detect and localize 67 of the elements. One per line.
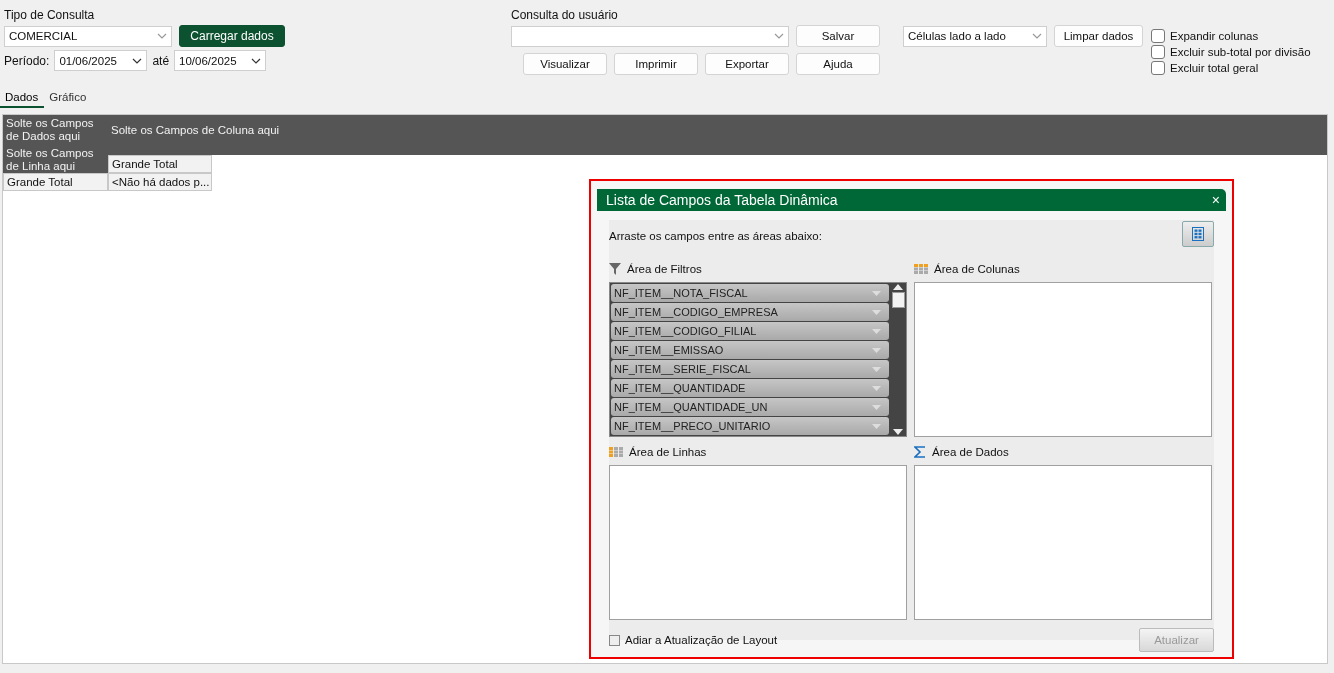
option-label: Expandir colunas: [1170, 30, 1259, 42]
dropdown-arrow-icon: [872, 309, 881, 315]
dropdown-arrow-icon: [872, 404, 881, 410]
dropdown-arrow-icon: [872, 423, 881, 429]
checkbox[interactable]: [1151, 45, 1165, 59]
dropdown-arrow-icon: [872, 366, 881, 372]
action-button[interactable]: Exportar: [705, 53, 789, 75]
checkbox[interactable]: [1151, 61, 1165, 75]
period-label: Período:: [4, 52, 50, 69]
dropdown-arrow-icon: [872, 328, 881, 334]
scroll-up-icon[interactable]: [893, 284, 903, 290]
field-item[interactable]: NF_ITEM__SERIE_FISCAL: [611, 360, 889, 378]
column-header-cell: Grande Total: [108, 155, 212, 173]
load-data-button[interactable]: Carregar dados: [179, 25, 285, 47]
filter-icon: [609, 263, 621, 275]
grid-icon: [609, 447, 623, 457]
tab[interactable]: Gráfico: [44, 89, 93, 108]
action-button[interactable]: Ajuda: [796, 53, 880, 75]
save-button[interactable]: Salvar: [796, 25, 880, 47]
date-to-field[interactable]: 10/06/2025: [174, 50, 267, 71]
option-label: Excluir sub-total por divisão: [1170, 46, 1311, 58]
chevron-down-icon: [132, 57, 143, 64]
option-label: Excluir total geral: [1170, 62, 1259, 74]
field-item[interactable]: NF_ITEM__CODIGO_FILIAL: [611, 322, 889, 340]
dropdown-arrow-icon: [872, 385, 881, 391]
checkbox[interactable]: [609, 634, 620, 646]
chevron-down-icon: [157, 33, 167, 39]
option-label: Adiar a Atualização de Layout: [625, 634, 778, 646]
area-label: Área de Colunas: [934, 263, 1020, 275]
area-label: Área de Dados: [932, 446, 1009, 458]
date-from-field[interactable]: 01/06/2025: [54, 50, 148, 71]
layout-button[interactable]: [1182, 221, 1214, 247]
field-item[interactable]: NF_ITEM__EMISSAO: [611, 341, 889, 359]
action-button[interactable]: Imprimir: [614, 53, 698, 75]
scrollbar-thumb[interactable]: [891, 292, 905, 308]
grid-icon: [914, 264, 928, 274]
dialog-title: Lista de Campos da Tabela Dinâmica: [606, 192, 838, 208]
action-button[interactable]: Visualizar: [523, 53, 607, 75]
chevron-down-icon: [774, 33, 784, 39]
field-item[interactable]: NF_ITEM__PRECO_UNITARIO: [611, 417, 889, 435]
table-cell: <Não há dados p...: [108, 173, 212, 191]
period-separator: até: [152, 52, 170, 69]
field-item[interactable]: NF_ITEM__QUANTIDADE_UN: [611, 398, 889, 416]
field-label: Tipo de Consulta: [4, 7, 96, 23]
layout-select[interactable]: Células lado a lado: [903, 25, 1047, 47]
checkbox[interactable]: [1151, 29, 1165, 43]
clear-data-button[interactable]: Limpar dados: [1054, 25, 1143, 47]
tab[interactable]: Dados: [0, 89, 45, 108]
dropdown-arrow-icon: [872, 347, 881, 353]
area-label: Área de Linhas: [629, 446, 707, 458]
chevron-down-icon: [251, 57, 262, 64]
sigma-icon: [914, 446, 926, 458]
chevron-down-icon: [1032, 33, 1042, 39]
query-type-select[interactable]: COMERCIAL: [4, 25, 172, 47]
close-button[interactable]: ×: [1211, 192, 1220, 208]
field-label: Consulta do usuário: [511, 7, 619, 23]
data-drop-zone[interactable]: Solte os Campos de Dados aqui: [3, 115, 108, 145]
dropdown-arrow-icon: [872, 290, 881, 296]
field-item[interactable]: NF_ITEM__CODIGO_EMPRESA: [611, 303, 889, 321]
area-label: Área de Filtros: [627, 263, 702, 275]
layout-icon: [1192, 227, 1204, 241]
field-item[interactable]: NF_ITEM__QUANTIDADE: [611, 379, 889, 397]
field-item[interactable]: NF_ITEM__NOTA_FISCAL: [611, 284, 889, 302]
column-drop-zone[interactable]: Solte os Campos de Coluna aqui: [108, 115, 1327, 145]
scroll-down-icon[interactable]: [893, 429, 903, 435]
hint-text: Arraste os campos entre as áreas abaixo:: [609, 230, 822, 244]
row-header-cell: Grande Total: [3, 173, 108, 191]
